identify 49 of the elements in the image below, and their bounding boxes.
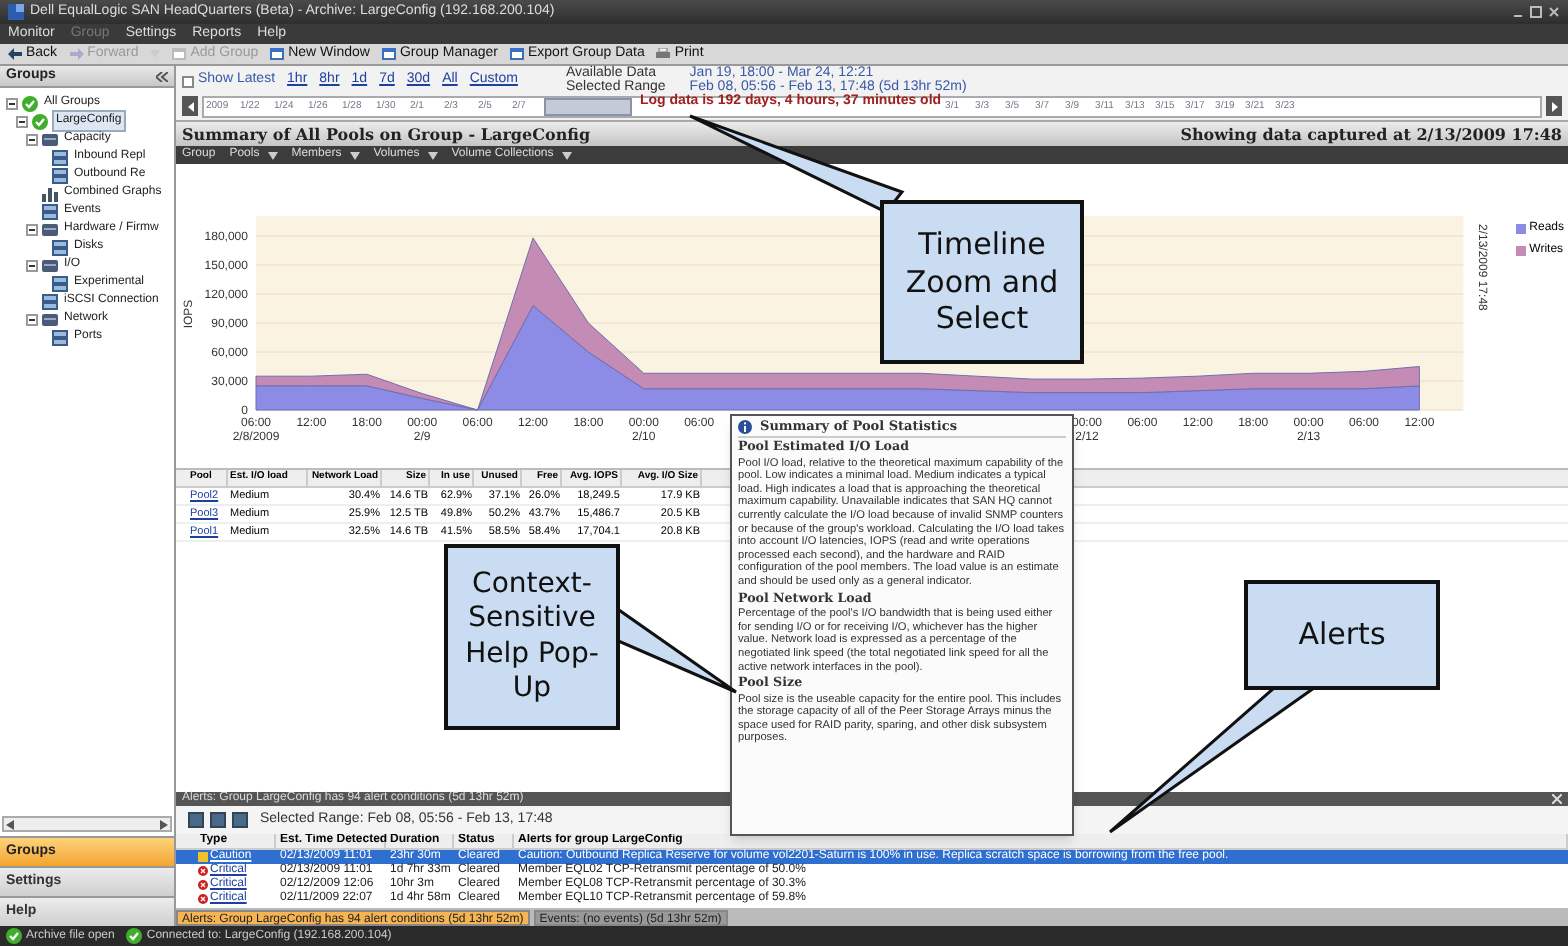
horizontal-scrollbar[interactable] (2, 816, 172, 832)
left-arrow-icon (8, 48, 22, 60)
maximize-icon[interactable] (1530, 6, 1542, 18)
collapse-icon[interactable] (26, 223, 38, 235)
error-icon (198, 866, 208, 876)
section-title: Summary of All Pools on Group - LargeConfig (182, 122, 591, 146)
scroll-right-button[interactable] (1546, 96, 1562, 116)
printer-icon (656, 48, 671, 60)
grid-icon (52, 329, 68, 345)
left-arrow-icon (187, 101, 193, 111)
grid-icon (42, 203, 58, 219)
selection-handle[interactable] (544, 97, 632, 115)
close-icon[interactable] (1548, 6, 1560, 18)
collapse-icon[interactable] (16, 115, 28, 127)
close-icon[interactable] (1552, 794, 1562, 804)
device-icon (42, 311, 58, 327)
caret-icon (349, 151, 360, 159)
app-logo-icon (8, 4, 24, 20)
collapse-icon[interactable] (26, 133, 38, 145)
callout: Timeline Zoom and Select (880, 200, 1084, 364)
collapse-icon[interactable] (26, 259, 38, 271)
caret-icon (427, 151, 438, 159)
grid-icon (52, 239, 68, 255)
check-circle-icon (6, 928, 22, 944)
collapse-icon[interactable] (26, 313, 38, 325)
left-arrow-icon (6, 819, 14, 829)
right-arrow-icon (1551, 101, 1557, 111)
caret-icon (267, 151, 278, 159)
device-icon (42, 221, 58, 237)
bar-chart-icon (42, 185, 58, 201)
right-arrow-icon (160, 819, 168, 829)
right-arrow-icon (69, 48, 84, 60)
window-icon (172, 48, 187, 60)
checkbox[interactable] (182, 75, 194, 87)
check-circle-icon (126, 928, 143, 944)
callout: Alerts (1244, 580, 1440, 690)
warning-icon (198, 852, 208, 862)
window-icon (510, 48, 524, 60)
capture-time: Showing data captured at 2/13/2009 17:48 (1180, 122, 1562, 146)
device-icon (42, 131, 58, 147)
caret-icon (561, 151, 572, 159)
info-icon (738, 420, 752, 434)
collapse-icon[interactable] (6, 97, 18, 109)
window-icon (270, 48, 285, 60)
scroll-left-button[interactable] (182, 96, 198, 116)
window-icon (381, 48, 396, 60)
collapse-panel-icon[interactable] (156, 71, 168, 81)
device-icon (42, 257, 58, 273)
error-icon (198, 880, 208, 890)
